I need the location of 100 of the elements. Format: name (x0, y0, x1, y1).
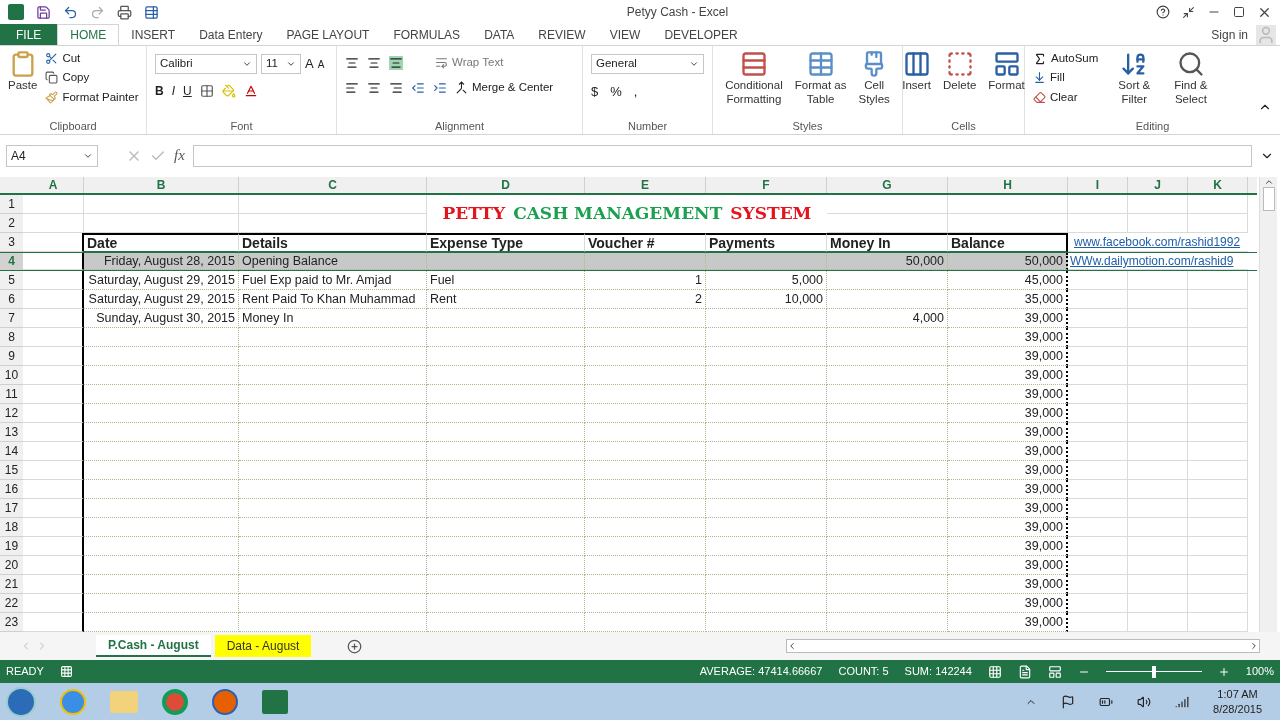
empty-cell[interactable] (706, 347, 827, 366)
zoom-in-icon[interactable] (1217, 665, 1230, 678)
italic-button[interactable]: I (171, 82, 175, 100)
empty-cell[interactable] (84, 556, 239, 575)
column-header[interactable]: C (239, 177, 427, 193)
sign-in-link[interactable]: Sign in (1211, 25, 1248, 44)
column-header[interactable]: E (585, 177, 706, 193)
empty-cell[interactable] (827, 404, 948, 423)
empty-cell[interactable] (827, 423, 948, 442)
column-header[interactable]: G (827, 177, 948, 193)
ribbon-button[interactable]: Format as Table (790, 50, 851, 118)
empty-cell[interactable] (427, 461, 585, 480)
empty-cell[interactable] (84, 328, 239, 347)
new-sheet-icon[interactable] (347, 638, 363, 654)
row-header[interactable]: 14 (0, 442, 23, 461)
row-header[interactable]: 16 (0, 480, 23, 499)
empty-cell[interactable] (706, 537, 827, 556)
empty-cell[interactable] (84, 461, 239, 480)
copy-button[interactable]: Copy (45, 69, 139, 87)
empty-cell[interactable] (84, 480, 239, 499)
ribbon-button[interactable]: Format (984, 50, 1029, 118)
increase-indent-icon[interactable] (433, 80, 447, 95)
bottom-align-icon[interactable] (389, 55, 403, 70)
ribbon-button[interactable]: Cell Styles (854, 50, 894, 118)
empty-cell[interactable] (585, 404, 706, 423)
row-header[interactable]: 17 (0, 499, 23, 518)
empty-cell[interactable] (427, 385, 585, 404)
table-row[interactable]: 5 Saturday, August 29, 2015 Fuel Exp paid to Mr. Amjad Fuel 1 5,000 45,000 (0, 271, 1257, 290)
empty-cell[interactable] (585, 328, 706, 347)
row-header[interactable]: 1 (0, 195, 23, 214)
printer-icon[interactable] (117, 4, 132, 20)
row-header[interactable]: 15 (0, 461, 23, 480)
empty-cell[interactable] (427, 366, 585, 385)
empty-cell[interactable] (239, 499, 427, 518)
empty-cell[interactable] (706, 423, 827, 442)
sheet-tab[interactable]: P.Cash - August (96, 635, 211, 657)
number-format-field[interactable]: General (591, 54, 704, 74)
empty-cell[interactable] (84, 385, 239, 404)
empty-cell[interactable] (84, 366, 239, 385)
column-header[interactable]: F (706, 177, 827, 193)
middle-align-icon[interactable] (367, 55, 381, 70)
empty-cell[interactable] (706, 366, 827, 385)
empty-cell[interactable] (706, 594, 827, 613)
scrollbar-thumb[interactable] (1262, 187, 1275, 211)
ribbon-tab[interactable]: PAGE LAYOUT (274, 24, 382, 45)
table-row[interactable]: 10 39,000 (0, 366, 1257, 385)
row-header[interactable]: 18 (0, 518, 23, 537)
sheet-tab[interactable]: Data - August (214, 635, 312, 657)
restore-icon[interactable] (1233, 6, 1245, 18)
empty-cell[interactable] (706, 499, 827, 518)
row-header[interactable]: 5 (0, 271, 23, 290)
empty-cell[interactable] (827, 499, 948, 518)
empty-cell[interactable] (585, 366, 706, 385)
formula-field[interactable] (192, 144, 1252, 167)
page-break-icon[interactable] (1047, 664, 1062, 679)
redo-icon[interactable] (90, 4, 105, 20)
empty-cell[interactable] (427, 480, 585, 499)
empty-cell[interactable] (706, 404, 827, 423)
underline-button[interactable]: U (183, 82, 192, 100)
empty-cell[interactable] (239, 423, 427, 442)
row-header[interactable]: 21 (0, 575, 23, 594)
empty-cell[interactable] (427, 423, 585, 442)
row-header[interactable]: 6 (0, 290, 23, 309)
row-header[interactable]: 22 (0, 594, 23, 613)
table-row[interactable]: 12 39,000 (0, 404, 1257, 423)
grow-font-button[interactable]: A (305, 54, 314, 74)
row-header[interactable]: 19 (0, 537, 23, 556)
empty-cell[interactable] (827, 328, 948, 347)
empty-cell[interactable] (827, 347, 948, 366)
empty-cell[interactable] (427, 404, 585, 423)
column-header[interactable]: I (1068, 177, 1128, 193)
empty-cell[interactable] (585, 347, 706, 366)
row-header[interactable]: 8 (0, 328, 23, 347)
column-header[interactable]: D (427, 177, 585, 193)
empty-cell[interactable] (827, 537, 948, 556)
empty-cell[interactable] (239, 366, 427, 385)
font-size-field[interactable]: 11 (261, 54, 301, 74)
row-header[interactable]: 23 (0, 613, 23, 632)
file-tab[interactable]: FILE (0, 24, 58, 45)
empty-cell[interactable] (585, 575, 706, 594)
ribbon-tab[interactable]: VIEW (597, 24, 653, 45)
empty-cell[interactable] (84, 442, 239, 461)
empty-cell[interactable] (585, 518, 706, 537)
empty-cell[interactable] (239, 594, 427, 613)
bold-button[interactable]: B (155, 82, 164, 100)
column-header[interactable]: A (23, 177, 84, 193)
ribbon-tab[interactable]: INSERT (119, 24, 188, 45)
empty-cell[interactable] (706, 328, 827, 347)
empty-cell[interactable] (706, 385, 827, 404)
ribbon-button[interactable]: Conditional Formatting (721, 50, 787, 118)
scroll-left-icon[interactable] (787, 641, 797, 651)
empty-cell[interactable] (706, 575, 827, 594)
decrease-indent-icon[interactable] (411, 80, 425, 95)
fill-button[interactable]: Fill (1033, 69, 1099, 87)
row-header[interactable]: 20 (0, 556, 23, 575)
ribbon-button[interactable]: Delete (939, 50, 981, 118)
table-row[interactable]: 14 39,000 (0, 442, 1257, 461)
empty-cell[interactable] (84, 518, 239, 537)
table-row[interactable]: 21 39,000 (0, 575, 1257, 594)
ribbon-button[interactable]: Insert (898, 50, 936, 118)
